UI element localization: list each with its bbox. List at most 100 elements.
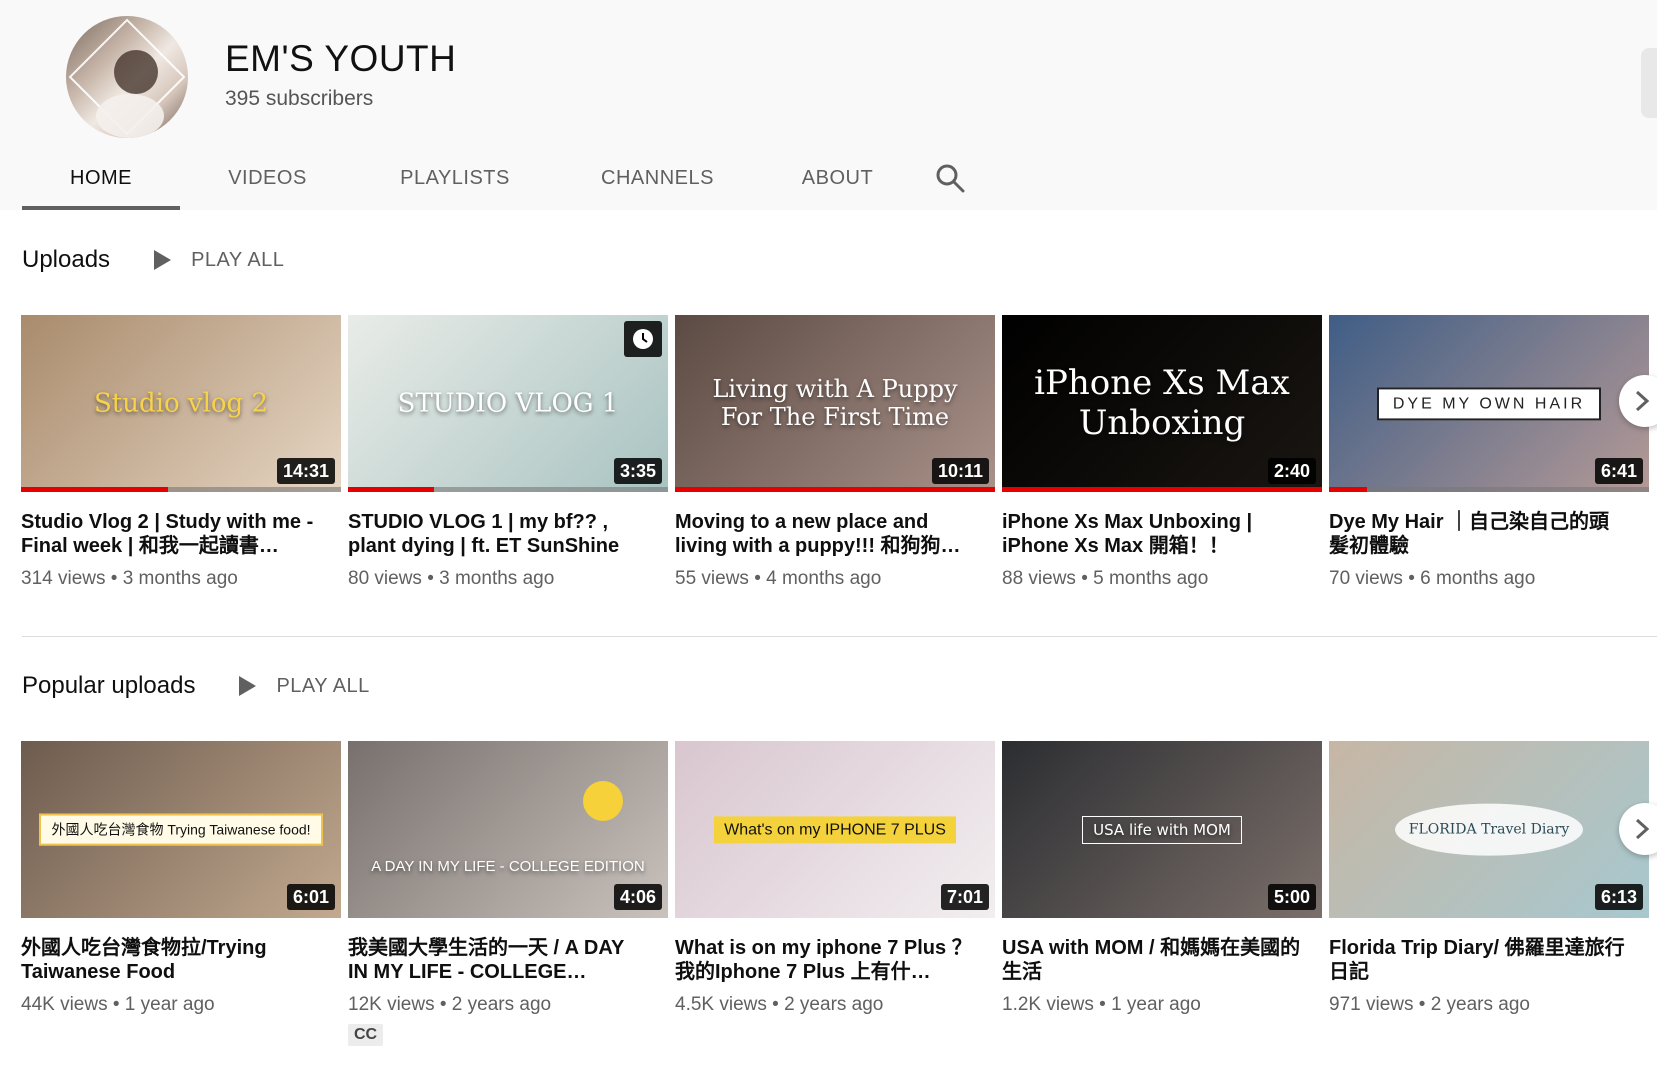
- popular-play-all-button[interactable]: PLAY ALL: [239, 675, 369, 698]
- video-title[interactable]: USA with MOM / 和媽媽在美國的生活: [1002, 936, 1302, 984]
- watch-later-icon[interactable]: [624, 321, 662, 357]
- closed-captions-badge: CC: [348, 1024, 384, 1046]
- thumbnail-caption: FLORIDA Travel Diary: [1329, 803, 1649, 856]
- thumbnail-caption-box: What's on my IPHONE 7 PLUS: [714, 815, 956, 844]
- video-thumbnail[interactable]: 外國人吃台灣食物 Trying Taiwanese food! 6:01: [21, 741, 341, 918]
- video-thumbnail[interactable]: A DAY IN MY LIFE - COLLEGE EDITION 4:06: [348, 741, 668, 918]
- watch-progress-track: [1329, 487, 1649, 492]
- tab-playlists[interactable]: PLAYLISTS: [355, 146, 555, 210]
- video-meta: 70 views • 6 months ago: [1329, 568, 1536, 589]
- video-thumbnail[interactable]: DYE MY OWN HAIR 6:41: [1329, 315, 1649, 492]
- video-duration: 10:11: [931, 458, 989, 484]
- video-card[interactable]: FLORIDA Travel Diary 6:13 Florida Trip D…: [1329, 741, 1656, 1046]
- video-meta: 1.2K views • 1 year ago: [1002, 994, 1201, 1015]
- video-duration: 14:31: [276, 458, 335, 484]
- uploads-title: Uploads: [22, 246, 111, 273]
- video-card[interactable]: STUDIO VLOG 1 3:35 STUDIO VLOG 1 | my bf…: [348, 315, 675, 590]
- video-card[interactable]: 外國人吃台灣食物 Trying Taiwanese food! 6:01 外國人…: [21, 741, 348, 1046]
- thumbnail-caption: A DAY IN MY LIFE - COLLEGE EDITION: [371, 858, 645, 875]
- video-title[interactable]: Florida Trip Diary/ 佛羅里達旅行日記: [1329, 936, 1629, 984]
- play-icon: [239, 676, 257, 696]
- uploads-header: Uploads PLAY ALL: [22, 246, 284, 274]
- uploads-row: Studio vlog 2 14:31 Studio Vlog 2 | Stud…: [21, 315, 1656, 590]
- video-duration: 3:35: [613, 458, 662, 484]
- video-meta: 44K views • 1 year ago: [21, 994, 215, 1015]
- video-meta: 12K views • 2 years ago: [348, 994, 552, 1015]
- video-title[interactable]: 外國人吃台灣食物拉/Trying Taiwanese Food: [21, 936, 321, 984]
- thumbnail-caption: iPhone Xs Max Unboxing: [1034, 362, 1290, 444]
- watch-progress: [21, 487, 169, 492]
- thumbnail-caption: DYE MY OWN HAIR: [1329, 386, 1649, 420]
- video-title[interactable]: STUDIO VLOG 1 | my bf?? , plant dying | …: [348, 510, 648, 558]
- subscriber-count: 395 subscribers: [225, 87, 374, 110]
- video-meta: 314 views • 3 months ago: [21, 568, 238, 589]
- video-thumbnail[interactable]: FLORIDA Travel Diary 6:13: [1329, 741, 1649, 918]
- video-thumbnail[interactable]: What's on my IPHONE 7 PLUS 7:01: [675, 741, 995, 918]
- thumbnail-caption: USA life with MOM: [1002, 815, 1322, 844]
- popular-row: 外國人吃台灣食物 Trying Taiwanese food! 6:01 外國人…: [21, 741, 1656, 1046]
- watch-progress: [1329, 487, 1368, 492]
- tab-about[interactable]: ABOUT: [760, 146, 915, 210]
- video-duration: 4:06: [613, 884, 662, 910]
- thumbnail-caption-box: DYE MY OWN HAIR: [1376, 386, 1602, 420]
- watch-progress: [348, 487, 435, 492]
- video-duration: 7:01: [940, 884, 989, 910]
- play-icon: [154, 250, 172, 270]
- thumbnail-caption-box: FLORIDA Travel Diary: [1394, 803, 1584, 856]
- tab-channels[interactable]: CHANNELS: [555, 146, 760, 210]
- video-meta: 971 views • 2 years ago: [1329, 994, 1530, 1015]
- chevron-right-icon: [1635, 818, 1650, 840]
- video-title[interactable]: iPhone Xs Max Unboxing | iPhone Xs Max 開…: [1002, 510, 1302, 558]
- popular-header: Popular uploads PLAY ALL: [22, 672, 370, 700]
- video-thumbnail[interactable]: iPhone Xs Max Unboxing 2:40: [1002, 315, 1322, 492]
- video-title[interactable]: What is on my iphone 7 Plus ？ 我的Iphone 7…: [675, 936, 975, 984]
- video-duration: 5:00: [1267, 884, 1316, 910]
- uploads-play-all-button[interactable]: PLAY ALL: [154, 249, 284, 272]
- video-title[interactable]: Dye My Hair ｜自己染自己的頭髮初體驗: [1329, 510, 1629, 558]
- video-meta: 80 views • 3 months ago: [348, 568, 555, 589]
- video-card[interactable]: A DAY IN MY LIFE - COLLEGE EDITION 4:06 …: [348, 741, 675, 1046]
- video-thumbnail[interactable]: STUDIO VLOG 1 3:35: [348, 315, 668, 492]
- thumbnail-caption: STUDIO VLOG 1: [397, 387, 619, 418]
- watch-progress: [1002, 487, 1322, 492]
- tab-home[interactable]: HOME: [22, 146, 180, 210]
- video-title[interactable]: Moving to a new place and living with a …: [675, 510, 975, 558]
- video-duration: 2:40: [1267, 458, 1316, 484]
- sun-icon: [583, 781, 623, 821]
- search-icon[interactable]: [915, 146, 985, 210]
- header-edge-button[interactable]: [1641, 48, 1657, 118]
- channel-header: EM'S YOUTH 395 subscribers HOME VIDEOS P…: [0, 0, 1657, 210]
- video-card[interactable]: USA life with MOM 5:00 USA with MOM / 和媽…: [1002, 741, 1329, 1046]
- video-title[interactable]: 我美國大學生活的一天 / A DAY IN MY LIFE - COLLEGE…: [348, 936, 648, 984]
- thumbnail-caption-box: 外國人吃台灣食物 Trying Taiwanese food!: [39, 813, 323, 846]
- video-duration: 6:41: [1594, 458, 1643, 484]
- popular-title: Popular uploads: [22, 672, 196, 699]
- channel-tabs: HOME VIDEOS PLAYLISTS CHANNELS ABOUT: [22, 146, 985, 210]
- thumbnail-caption-box: USA life with MOM: [1082, 815, 1242, 844]
- thumbnail-caption: What's on my IPHONE 7 PLUS: [675, 815, 995, 844]
- video-card[interactable]: iPhone Xs Max Unboxing 2:40 iPhone Xs Ma…: [1002, 315, 1329, 590]
- video-meta: 88 views • 5 months ago: [1002, 568, 1209, 589]
- video-meta: 55 views • 4 months ago: [675, 568, 882, 589]
- thumbnail-caption: Living with A Puppy For The First Time: [712, 374, 958, 432]
- video-title[interactable]: Studio Vlog 2 | Study with me - Final we…: [21, 510, 321, 558]
- video-thumbnail[interactable]: USA life with MOM 5:00: [1002, 741, 1322, 918]
- channel-avatar[interactable]: [66, 16, 188, 138]
- thumbnail-caption: 外國人吃台灣食物 Trying Taiwanese food!: [21, 813, 341, 846]
- video-thumbnail[interactable]: Studio vlog 2 14:31: [21, 315, 341, 492]
- chevron-right-icon: [1635, 390, 1650, 412]
- play-all-label: PLAY ALL: [276, 674, 370, 697]
- video-duration: 6:01: [286, 884, 335, 910]
- section-divider: [22, 636, 1657, 637]
- tab-videos[interactable]: VIDEOS: [180, 146, 355, 210]
- watch-progress: [675, 487, 995, 492]
- video-card[interactable]: Living with A Puppy For The First Time 1…: [675, 315, 1002, 590]
- play-all-label: PLAY ALL: [191, 248, 285, 271]
- video-meta: 4.5K views • 2 years ago: [675, 994, 884, 1015]
- thumbnail-caption: Studio vlog 2: [94, 387, 268, 418]
- video-thumbnail[interactable]: Living with A Puppy For The First Time 1…: [675, 315, 995, 492]
- video-duration: 6:13: [1594, 884, 1643, 910]
- video-card[interactable]: Studio vlog 2 14:31 Studio Vlog 2 | Stud…: [21, 315, 348, 590]
- video-card[interactable]: What's on my IPHONE 7 PLUS 7:01 What is …: [675, 741, 1002, 1046]
- video-card[interactable]: DYE MY OWN HAIR 6:41 Dye My Hair ｜自己染自己的…: [1329, 315, 1656, 590]
